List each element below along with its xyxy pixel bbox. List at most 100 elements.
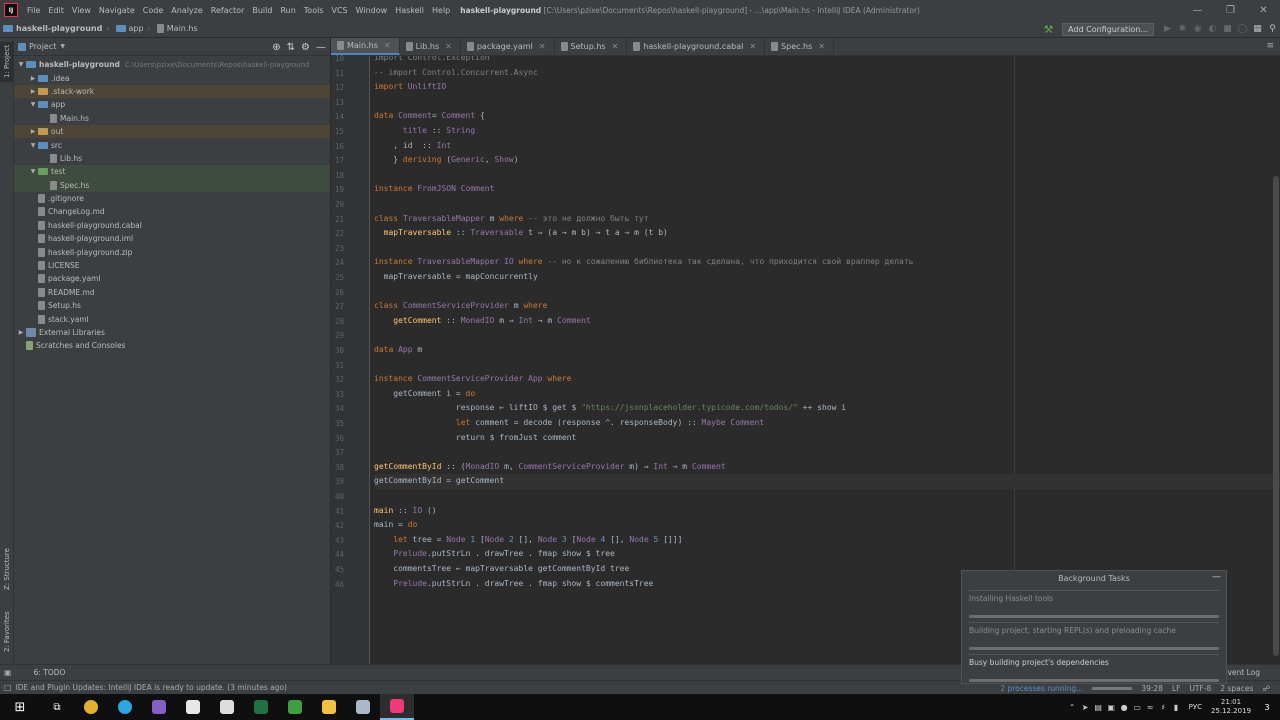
run-icon[interactable]: ▶	[1160, 22, 1175, 36]
build-hammer-icon[interactable]: ⚒	[1041, 22, 1056, 36]
menu-tools[interactable]: Tools	[300, 6, 328, 15]
menu-view[interactable]: View	[68, 6, 95, 15]
breadcrumb-app[interactable]: app ›	[113, 24, 154, 33]
tree-item[interactable]: package.yaml	[14, 272, 330, 285]
intellij-icon[interactable]	[380, 694, 414, 720]
clock[interactable]: 21:01 25.12.2019	[1208, 698, 1254, 716]
tree-item[interactable]: ▼ app	[14, 98, 330, 111]
close-icon[interactable]: ✕	[1247, 0, 1280, 20]
tree-item[interactable]: ▶ .idea	[14, 71, 330, 84]
tree-item[interactable]: Setup.hs	[14, 299, 330, 312]
locate-file-icon[interactable]: ⊕	[272, 42, 280, 53]
battery-icon[interactable]: ▮	[1170, 703, 1183, 712]
tree-item[interactable]: Lib.hs	[14, 152, 330, 165]
folder-icon[interactable]	[312, 694, 346, 720]
menu-run[interactable]: Run	[276, 6, 299, 15]
tree-item[interactable]: ▶ .stack-work	[14, 84, 330, 99]
vcs-icon[interactable]: ◯	[1235, 22, 1250, 36]
menu-window[interactable]: Window	[352, 6, 392, 15]
indent-setting[interactable]: 2 spaces	[1220, 684, 1253, 693]
breadcrumb-project[interactable]: haskell-playground ›	[0, 24, 113, 33]
menu-vcs[interactable]: VCS	[328, 6, 352, 15]
menu-help[interactable]: Help	[428, 6, 454, 15]
add-configuration-button[interactable]: Add Configuration...	[1062, 22, 1154, 36]
profile-icon[interactable]: ◐	[1205, 22, 1220, 36]
telegram-icon[interactable]	[108, 694, 142, 720]
breadcrumb-file[interactable]: Main.hs	[154, 24, 201, 33]
volume-icon[interactable]: ♯	[1157, 703, 1170, 712]
project-structure-icon[interactable]: ▦	[1250, 22, 1265, 36]
todo-tool-tab[interactable]: 6: TODO	[34, 668, 66, 677]
chevron-right-icon[interactable]: ▶	[28, 88, 38, 95]
close-icon[interactable]: ✕	[539, 42, 546, 51]
chevron-right-icon[interactable]: ▶	[28, 128, 38, 135]
project-tool-tab[interactable]: 1: Project	[0, 42, 14, 82]
tree-item[interactable]: haskell-playground.cabal	[14, 219, 330, 232]
search-everywhere-icon[interactable]: ⚲	[1265, 22, 1280, 36]
network-icon[interactable]: ▤	[1092, 703, 1105, 712]
stop-icon[interactable]: ■	[1220, 22, 1235, 36]
chrome-icon[interactable]	[74, 694, 108, 720]
menu-haskell[interactable]: Haskell	[391, 6, 428, 15]
tree-item[interactable]: ▶ out	[14, 124, 330, 139]
excel-icon[interactable]	[244, 694, 278, 720]
caret-position[interactable]: 39:28	[1141, 684, 1163, 693]
tree-item[interactable]: stack.yaml	[14, 312, 330, 325]
tree-root[interactable]: ▼ haskell-playground C:\Users\pzixe\Docu…	[14, 58, 330, 71]
line-separator[interactable]: LF	[1172, 684, 1181, 693]
chevron-up-icon[interactable]: ⌃	[1066, 703, 1079, 712]
minimize-icon[interactable]: —	[1212, 572, 1221, 582]
editor-tab[interactable]: haskell-playground.cabal ✕	[627, 38, 766, 55]
gear-icon[interactable]: ⚙	[301, 42, 310, 53]
telegram-tray-icon[interactable]: ➤	[1079, 703, 1092, 712]
app-tray-icon[interactable]: ●	[1118, 703, 1131, 712]
close-icon[interactable]: ✕	[749, 42, 756, 51]
layout-toggle-icon[interactable]: ▣	[4, 668, 12, 677]
close-icon[interactable]: ✕	[612, 42, 619, 51]
tree-item[interactable]: .gitignore	[14, 192, 330, 205]
task-view-icon[interactable]: ⧉	[40, 694, 74, 720]
chevron-right-icon[interactable]: ▶	[28, 75, 38, 82]
status-toggle-icon[interactable]: □	[4, 683, 12, 692]
tree-item[interactable]: haskell-playground.iml	[14, 232, 330, 245]
close-icon[interactable]: ✕	[445, 42, 452, 51]
tree-item[interactable]: Scratches and Consoles	[14, 339, 330, 352]
close-icon[interactable]: ✕	[818, 42, 825, 51]
menu-build[interactable]: Build	[248, 6, 276, 15]
editor-tab[interactable]: Spec.hs ✕	[765, 38, 834, 55]
notifications-icon[interactable]: 3	[1254, 703, 1280, 712]
tree-item[interactable]: ▶ External Libraries	[14, 326, 330, 339]
collapse-all-icon[interactable]: ⇅	[287, 42, 295, 53]
chevron-down-icon[interactable]: ▼	[16, 61, 26, 68]
windows-start-icon[interactable]: ⊞	[0, 694, 40, 720]
display-icon[interactable]: ▭	[1131, 703, 1144, 712]
file-encoding[interactable]: UTF-8	[1189, 684, 1211, 693]
chevron-down-icon[interactable]: ▼	[28, 101, 38, 108]
menu-refactor[interactable]: Refactor	[207, 6, 249, 15]
slack-icon[interactable]	[176, 694, 210, 720]
scrollbar-thumb[interactable]	[1273, 176, 1279, 656]
editor-tab[interactable]: Setup.hs ✕	[555, 38, 628, 55]
processes-running-link[interactable]: 2 processes running...	[1000, 684, 1083, 693]
coverage-icon[interactable]: ◉	[1190, 22, 1205, 36]
editor-scrollbar[interactable]	[1272, 56, 1280, 664]
restore-icon[interactable]: ❐	[1214, 0, 1247, 20]
wifi-icon[interactable]: ≈	[1144, 703, 1157, 712]
chevron-right-icon[interactable]: ▶	[16, 329, 26, 336]
tree-item[interactable]: Spec.hs	[14, 178, 330, 192]
tree-item[interactable]: README.md	[14, 286, 330, 299]
tree-item[interactable]: ▼ src	[14, 138, 330, 151]
editor-tab[interactable]: Lib.hs ✕	[400, 38, 461, 55]
close-icon[interactable]: ✕	[384, 41, 391, 50]
menu-analyze[interactable]: Analyze	[167, 6, 207, 15]
debug-icon[interactable]: ✱	[1175, 22, 1190, 36]
tree-item[interactable]: Main.hs	[14, 112, 330, 125]
leaf-app-icon[interactable]	[278, 694, 312, 720]
chevron-down-icon[interactable]: ▼	[60, 43, 65, 50]
editor-tab[interactable]: Main.hs ✕	[331, 38, 400, 55]
tree-item[interactable]: haskell-playground.zip	[14, 245, 330, 258]
wireshark-icon[interactable]	[346, 694, 380, 720]
structure-tool-tab[interactable]: Z: Structure	[0, 543, 14, 595]
tree-item[interactable]: ChangeLog.md	[14, 205, 330, 218]
tree-item[interactable]: ▼ test	[14, 165, 330, 179]
